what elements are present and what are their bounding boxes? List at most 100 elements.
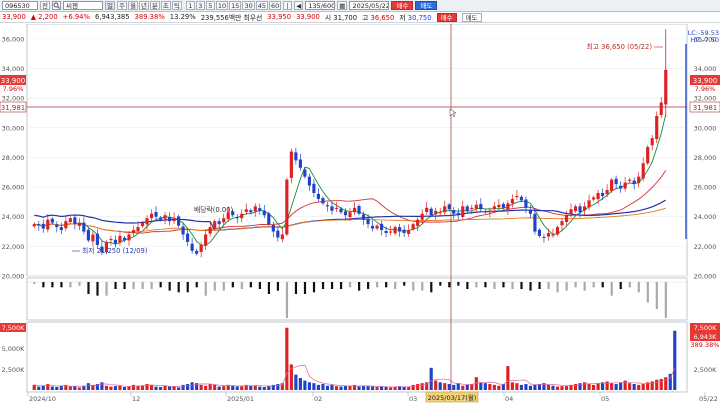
osc-bar — [511, 282, 514, 289]
volume-bar — [416, 384, 420, 390]
candle-body — [542, 236, 546, 238]
candle-body — [479, 203, 483, 210]
volume-top-text: 7,500K — [694, 324, 718, 332]
osc-bar — [330, 282, 334, 289]
change-value: ▲ 2,200 — [30, 13, 58, 21]
osc-bar — [466, 282, 469, 289]
candle-body — [186, 233, 190, 242]
period-button[interactable]: 월 — [127, 1, 138, 10]
candle-body — [140, 222, 145, 227]
quick-buy-button[interactable]: 매수 — [436, 12, 457, 22]
volume-bar — [109, 386, 113, 390]
quick-sell-button[interactable]: 매도 — [461, 12, 482, 22]
stock-code-input[interactable]: 096530 — [2, 1, 38, 10]
candle-body — [533, 213, 537, 232]
volume-bar — [461, 385, 465, 390]
period-button[interactable]: 주 — [116, 1, 127, 10]
volume-bar — [447, 384, 451, 390]
volume-bar — [163, 385, 167, 390]
volume-bar — [298, 378, 302, 390]
period-day[interactable]: 일 — [104, 1, 115, 10]
candle-body — [348, 212, 352, 218]
volume-bar — [420, 383, 424, 390]
interval-button[interactable]: 3 — [195, 1, 205, 10]
volume-bar — [73, 386, 77, 390]
volume-bar — [204, 385, 208, 390]
volume-bar — [465, 384, 469, 390]
candle-body — [361, 214, 366, 220]
interval-button[interactable]: 5 — [205, 1, 215, 10]
candle-body — [163, 215, 167, 219]
osc-bar — [484, 282, 487, 288]
time-label: 05 — [601, 395, 609, 403]
osc-bar — [105, 282, 108, 296]
volume-bar — [637, 384, 641, 390]
price-tick: 32,000 — [694, 95, 717, 103]
volume-bar — [533, 384, 537, 390]
osc-bar — [312, 282, 316, 293]
volume-bar — [348, 386, 352, 390]
period-button[interactable]: 초 — [160, 1, 171, 10]
price-tick-left: 26,000 — [2, 184, 25, 192]
candle-body — [519, 196, 523, 201]
candle-body — [420, 213, 424, 220]
candle-body — [443, 206, 447, 213]
candle-body — [452, 210, 456, 214]
candle-body — [551, 234, 555, 236]
volume-bar — [307, 382, 311, 390]
interval-button[interactable]: 60 — [269, 1, 282, 10]
candle-body — [167, 217, 172, 222]
stock-chart[interactable]: 36,00036,00034,00034,00032,00032,00030,0… — [0, 24, 720, 404]
volume-ratio: 389.38% — [134, 13, 165, 21]
candle-body — [172, 218, 176, 222]
interval-button[interactable]: 1 — [185, 1, 195, 10]
volume-bar — [510, 382, 514, 390]
date-field[interactable]: 2025/05/22 — [349, 1, 390, 10]
osc-bar — [42, 282, 45, 288]
interval-button[interactable]: 45 — [255, 1, 268, 10]
calendar-icon[interactable]: ▦ — [337, 1, 348, 10]
volume-bar — [587, 384, 591, 390]
osc-bar — [592, 282, 595, 288]
candle-body — [280, 234, 284, 240]
interval-button[interactable]: 15 — [229, 1, 242, 10]
candle-body — [407, 230, 411, 234]
period-button[interactable]: 분 — [149, 1, 160, 10]
osc-bar — [249, 282, 252, 288]
volume-bar — [131, 384, 136, 390]
search-icon[interactable] — [51, 1, 61, 10]
count-field[interactable]: 135/600 — [305, 1, 336, 10]
volume-bar — [158, 387, 163, 390]
osc-bar — [556, 282, 559, 293]
stock-name-field[interactable]: 씨젠 — [62, 1, 103, 10]
candle-body — [659, 102, 663, 116]
candle-body — [438, 212, 442, 214]
separator-button: | — [283, 1, 293, 10]
sell-button[interactable]: 매도 — [415, 1, 438, 10]
period-button[interactable]: 년 — [138, 1, 149, 10]
hc-label: HC:-7.50 — [691, 36, 719, 44]
volume-value: 6,943,385 — [94, 13, 130, 21]
candle-body — [601, 192, 605, 196]
candle-body — [560, 221, 564, 226]
period-button[interactable]: 틱 — [171, 1, 182, 10]
candle-body — [619, 185, 623, 189]
osc-bar — [439, 282, 442, 286]
candle-body — [357, 206, 361, 214]
interval-button[interactable]: 10 — [215, 1, 229, 10]
candle-body — [465, 206, 469, 211]
price-tick: 34,000 — [694, 65, 717, 73]
candle-body — [587, 200, 591, 208]
candle-body — [222, 218, 226, 223]
market-select[interactable]: 전 — [40, 1, 50, 10]
volume-bar — [488, 384, 492, 390]
candle-body — [136, 227, 140, 231]
buy-button[interactable]: 매수 — [391, 1, 414, 10]
candle-body — [37, 224, 41, 226]
candle-body — [398, 227, 402, 232]
scroll-left-button[interactable]: ◀ — [294, 1, 304, 10]
interval-button[interactable]: 30 — [242, 1, 255, 10]
candle-body — [41, 223, 45, 229]
candle-body — [294, 152, 298, 161]
candle-body — [623, 182, 627, 189]
